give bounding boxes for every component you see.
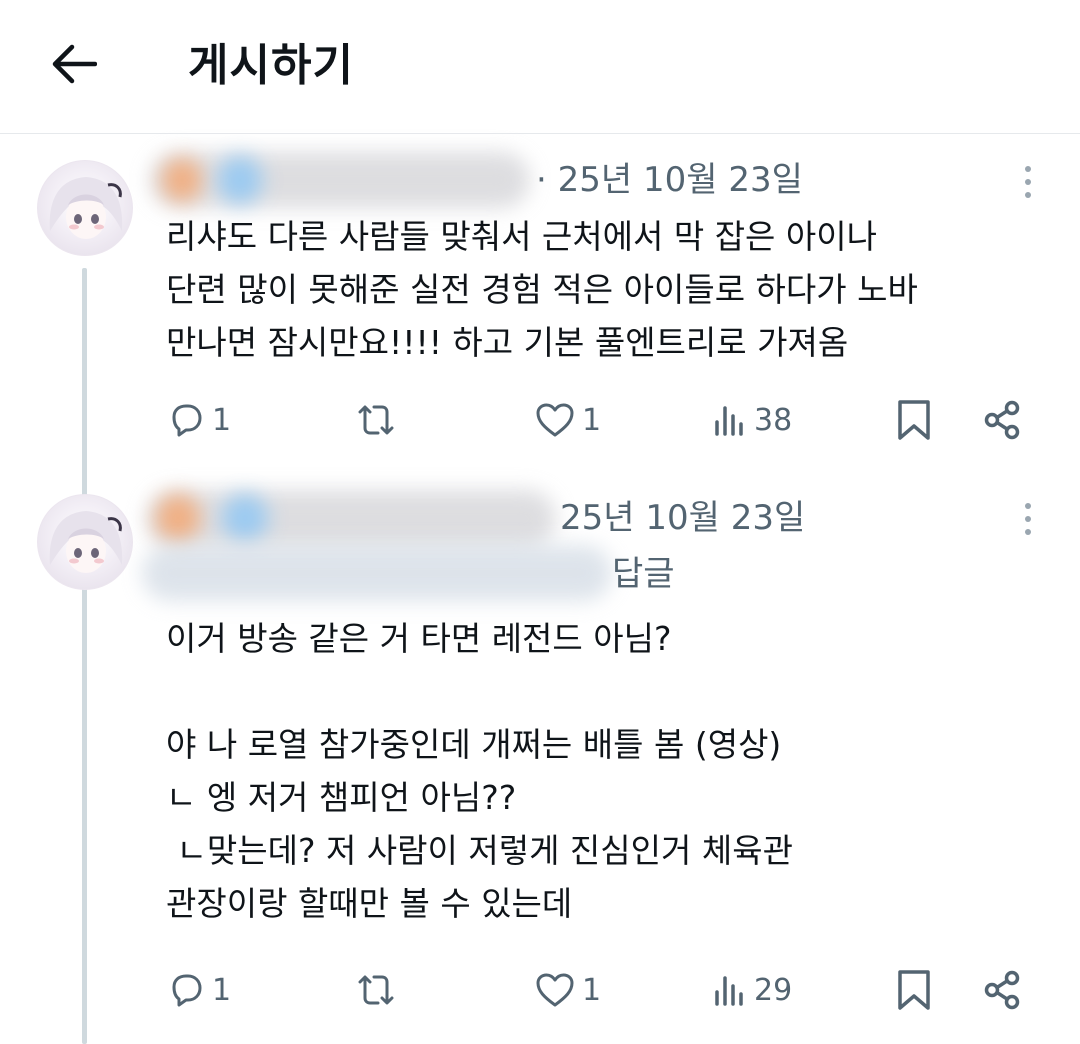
- post-date: · 25년 10월 23일: [536, 160, 803, 200]
- share-icon: [980, 398, 1024, 442]
- like-button[interactable]: 1: [534, 390, 601, 450]
- page-title: 게시하기: [188, 40, 354, 91]
- views-icon: [712, 400, 748, 440]
- repost-button[interactable]: [354, 960, 398, 1020]
- view-count: 38: [754, 402, 793, 438]
- arrow-left-icon: [51, 44, 98, 88]
- reply-count: 1: [212, 402, 232, 438]
- avatar[interactable]: [37, 160, 133, 256]
- thread-connector-line: [82, 268, 87, 1044]
- more-vertical-icon: [1025, 166, 1031, 172]
- reply-button[interactable]: 1: [166, 960, 231, 1020]
- view-count: 29: [754, 972, 793, 1008]
- share-button[interactable]: [980, 390, 1024, 450]
- heart-icon: [534, 400, 576, 440]
- more-options-button[interactable]: [1010, 157, 1046, 207]
- back-button[interactable]: [44, 36, 104, 96]
- reply-count: 1: [212, 972, 232, 1008]
- more-options-button[interactable]: [1010, 494, 1046, 544]
- repost-icon: [354, 970, 398, 1010]
- reply-button[interactable]: 1: [166, 390, 231, 450]
- more-vertical-icon: [1025, 503, 1031, 509]
- share-icon: [980, 968, 1024, 1012]
- repost-button[interactable]: [354, 390, 398, 450]
- like-count: 1: [582, 972, 602, 1008]
- views-button[interactable]: 38: [712, 390, 792, 450]
- reply-to-label: 답글: [612, 554, 675, 594]
- reply-icon: [166, 400, 206, 440]
- bookmark-button[interactable]: [894, 390, 934, 450]
- post-text: 이거 방송 같은 거 타면 레전드 아님? 야 나 로열 참가중인데 개쩌는 배…: [166, 619, 793, 923]
- avatar[interactable]: [37, 494, 133, 590]
- top-app-bar: 게시하기: [0, 0, 1080, 134]
- like-count: 1: [582, 402, 602, 438]
- bookmark-button[interactable]: [894, 960, 934, 1020]
- post-actions: 1 1 29: [0, 960, 1080, 1020]
- like-button[interactable]: 1: [534, 960, 601, 1020]
- views-button[interactable]: 29: [712, 960, 792, 1020]
- post-actions: 1 1 38: [0, 390, 1080, 450]
- post-text: 리샤도 다른 사람들 맞춰서 근처에서 막 잡은 아이나 단련 많이 못해준 실…: [166, 217, 918, 362]
- views-icon: [712, 970, 748, 1010]
- bookmark-icon: [894, 968, 934, 1012]
- heart-icon: [534, 970, 576, 1010]
- reply-icon: [166, 970, 206, 1010]
- share-button[interactable]: [980, 960, 1024, 1020]
- bookmark-icon: [894, 398, 934, 442]
- post-date: 25년 10월 23일: [560, 498, 806, 538]
- repost-icon: [354, 400, 398, 440]
